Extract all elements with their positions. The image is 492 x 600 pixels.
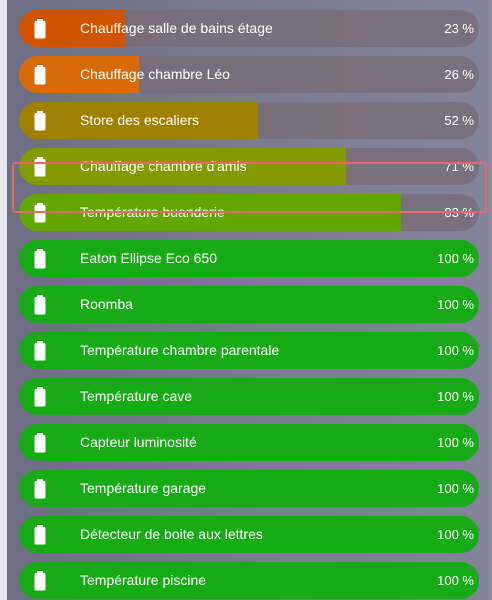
battery-icon bbox=[34, 19, 46, 39]
battery-icon bbox=[34, 203, 46, 223]
battery-icon bbox=[34, 111, 46, 131]
battery-row[interactable]: Température piscine 100 % bbox=[19, 562, 479, 599]
battery-row[interactable]: Roomba 100 % bbox=[19, 286, 479, 323]
battery-percentage: 100 % bbox=[437, 343, 474, 358]
battery-row[interactable]: Température cave 100 % bbox=[19, 378, 479, 415]
battery-percentage: 100 % bbox=[437, 527, 474, 542]
battery-name: Détecteur de boite aux lettres bbox=[80, 526, 263, 542]
battery-icon bbox=[34, 249, 46, 269]
battery-percentage: 100 % bbox=[437, 573, 474, 588]
battery-icon bbox=[34, 157, 46, 177]
battery-percentage: 100 % bbox=[437, 389, 474, 404]
battery-name: Roomba bbox=[80, 296, 133, 312]
battery-row[interactable]: Température chambre parentale 100 % bbox=[19, 332, 479, 369]
battery-row[interactable]: Chauffage salle de bains étage 23 % bbox=[19, 10, 479, 47]
battery-icon bbox=[34, 433, 46, 453]
battery-percentage: 23 % bbox=[444, 21, 474, 36]
battery-icon bbox=[34, 525, 46, 545]
battery-percentage: 83 % bbox=[444, 205, 474, 220]
battery-percentage: 26 % bbox=[444, 67, 474, 82]
battery-row[interactable]: Détecteur de boite aux lettres 100 % bbox=[19, 516, 479, 553]
battery-name: Eaton Ellipse Eco 650 bbox=[80, 250, 217, 266]
battery-name: Température buanderie bbox=[80, 204, 225, 220]
battery-row[interactable]: Température buanderie 83 % bbox=[19, 194, 479, 231]
battery-percentage: 52 % bbox=[444, 113, 474, 128]
battery-percentage: 100 % bbox=[437, 481, 474, 496]
battery-name: Température cave bbox=[80, 388, 193, 404]
battery-name: Store des escaliers bbox=[80, 112, 200, 128]
battery-row[interactable]: Capteur luminosité 100 % bbox=[19, 424, 479, 461]
battery-icon bbox=[34, 295, 46, 315]
battery-row[interactable]: Chauffage chambre Léo 26 % bbox=[19, 56, 479, 93]
battery-name: Chauffage chambre d'amis bbox=[80, 158, 247, 174]
battery-row[interactable]: Chauffage chambre d'amis 71 % bbox=[19, 148, 479, 185]
battery-percentage: 71 % bbox=[444, 159, 474, 174]
battery-icon bbox=[34, 65, 46, 85]
battery-icon bbox=[34, 341, 46, 361]
battery-row[interactable]: Store des escaliers 52 % bbox=[19, 102, 479, 139]
battery-percentage: 100 % bbox=[437, 297, 474, 312]
battery-icon bbox=[34, 387, 46, 407]
battery-name: Chauffage chambre Léo bbox=[80, 66, 230, 82]
battery-name: Température chambre parentale bbox=[80, 342, 280, 358]
battery-icon bbox=[34, 479, 46, 499]
battery-list: Chauffage salle de bains étage 23 % Chauff… bbox=[0, 0, 492, 600]
battery-row[interactable]: Température garage 100 % bbox=[19, 470, 479, 507]
battery-percentage: 100 % bbox=[437, 435, 474, 450]
battery-name: Chauffage salle de bains étage bbox=[80, 20, 273, 36]
battery-name: Température piscine bbox=[80, 572, 207, 588]
battery-percentage: 100 % bbox=[437, 251, 474, 266]
battery-row[interactable]: Eaton Ellipse Eco 650 100 % bbox=[19, 240, 479, 277]
battery-icon bbox=[34, 571, 46, 591]
battery-name: Capteur luminosité bbox=[80, 434, 197, 450]
battery-name: Température garage bbox=[80, 480, 207, 496]
